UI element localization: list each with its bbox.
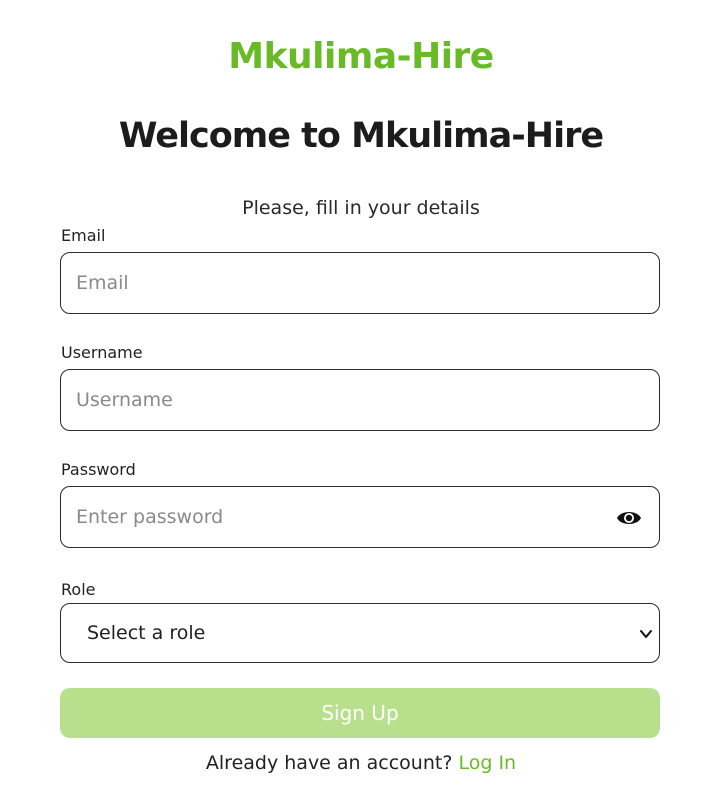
email-label: Email: [61, 226, 106, 245]
password-field-box: [60, 486, 660, 548]
email-field-box: [60, 252, 660, 314]
log-in-link[interactable]: Log In: [458, 752, 516, 774]
password-field[interactable]: [76, 487, 596, 547]
email-field[interactable]: [76, 253, 596, 313]
sign-up-button[interactable]: Sign Up: [60, 688, 660, 738]
role-select[interactable]: Select a role: [60, 603, 660, 663]
password-label: Password: [61, 460, 136, 479]
username-label: Username: [61, 343, 143, 362]
role-label: Role: [61, 580, 96, 599]
page-title: Welcome to Mkulima-Hire: [118, 116, 604, 156]
chevron-down-icon: [639, 626, 653, 640]
username-field-box: [60, 369, 660, 431]
role-select-value: Select a role: [87, 622, 206, 644]
eye-icon[interactable]: [616, 507, 642, 529]
username-field[interactable]: [76, 370, 596, 430]
form-subtitle: Please, fill in your details: [242, 197, 480, 219]
brand-title: Mkulima-Hire: [228, 36, 494, 77]
login-prompt: Already have an account? Log In: [0, 752, 722, 774]
login-prompt-text: Already have an account?: [205, 752, 453, 774]
